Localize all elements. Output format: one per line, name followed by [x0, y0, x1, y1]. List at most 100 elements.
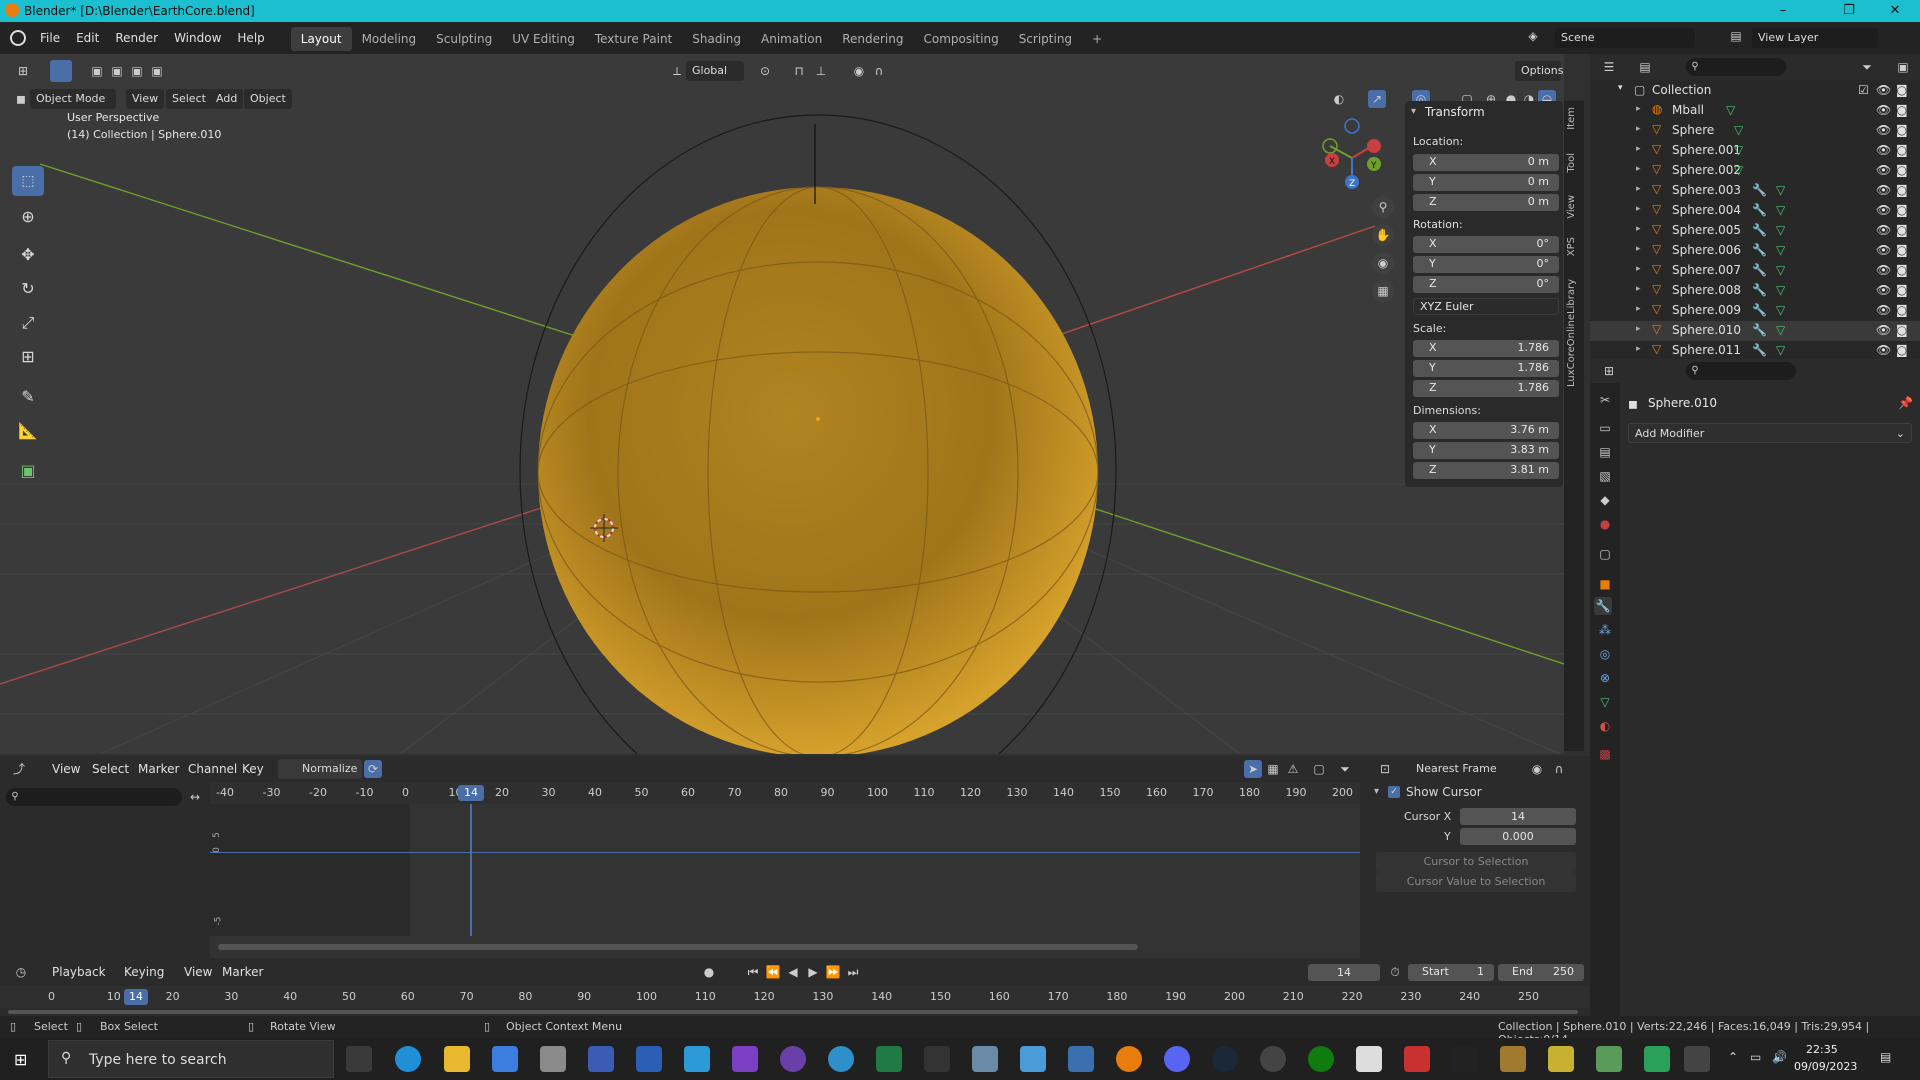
timeline-playhead[interactable]: 14: [124, 989, 148, 1005]
discord-icon[interactable]: [1164, 1046, 1190, 1072]
timeline-menu-marker[interactable]: Marker: [214, 956, 271, 988]
mesh-data-icon[interactable]: ▽: [1734, 123, 1743, 137]
snap-icon[interactable]: ⊓: [790, 62, 808, 80]
camera-icon[interactable]: ◙: [1896, 103, 1908, 117]
outliner-item[interactable]: ▸ ▽ Sphere.008 🔧 ▽ 👁 ◙: [1590, 281, 1920, 301]
app-icon-15[interactable]: [1644, 1046, 1670, 1072]
expand-icon[interactable]: ▸: [1636, 264, 1641, 274]
expand-icon[interactable]: ▸: [1636, 144, 1641, 154]
modifier-icon[interactable]: 🔧: [1752, 223, 1767, 237]
graph-menu-marker[interactable]: Marker: [130, 753, 187, 785]
rotate-tool-icon[interactable]: ↻: [12, 274, 44, 304]
transform-orientation-dropdown[interactable]: Global: [686, 61, 744, 81]
menu-edit[interactable]: Edit: [68, 22, 107, 54]
tab-modeling[interactable]: Modeling: [352, 27, 427, 51]
rotation-x-field[interactable]: X 0°: [1413, 236, 1559, 253]
eye-icon[interactable]: 👁: [1876, 163, 1891, 177]
cursor-x-field[interactable]: 14: [1460, 808, 1576, 825]
tool-props-icon[interactable]: ✂: [1596, 391, 1614, 409]
scale-x-field[interactable]: X 1.786: [1413, 340, 1559, 357]
cursor-value-to-selection-button[interactable]: Cursor Value to Selection: [1376, 872, 1576, 892]
excel-icon[interactable]: [876, 1046, 902, 1072]
tab-tool[interactable]: Tool: [1566, 153, 1577, 172]
graph-menu-key[interactable]: Key: [234, 753, 272, 785]
select-tool-icon[interactable]: [50, 60, 72, 82]
scale-tool-icon[interactable]: ⤢: [12, 308, 44, 338]
outliner-item[interactable]: ▸ ▽ Sphere.006 🔧 ▽ 👁 ◙: [1590, 241, 1920, 261]
app-icon-16[interactable]: [1684, 1046, 1710, 1072]
graph-menu-view[interactable]: View: [44, 753, 88, 785]
graph-current-frame[interactable]: 14: [458, 785, 484, 801]
cursor-tool-icon[interactable]: ⊕: [12, 202, 44, 232]
select-box-tool-icon[interactable]: ⬚: [12, 166, 44, 196]
outliner-item[interactable]: ▸ ▽ Sphere.002 ▽ 👁 ◙: [1590, 161, 1920, 181]
tray-chevron-icon[interactable]: ⌃: [1728, 1050, 1738, 1064]
expand-icon[interactable]: ▸: [1636, 184, 1641, 194]
perspective-toggle-icon[interactable]: ▦: [1372, 280, 1394, 302]
eye-icon[interactable]: 👁: [1876, 123, 1891, 137]
physics-props-icon[interactable]: ◎: [1596, 645, 1614, 663]
viewport-menu-select[interactable]: Select: [166, 89, 212, 109]
tab-scripting[interactable]: Scripting: [1009, 27, 1082, 51]
taskbar-search-input[interactable]: ⚲ Type here to search: [48, 1040, 334, 1078]
timeline-menu-keying[interactable]: Keying: [116, 956, 172, 988]
app-icon-9[interactable]: [1356, 1046, 1382, 1072]
steam-icon[interactable]: [1212, 1046, 1238, 1072]
tab-compositing[interactable]: Compositing: [913, 27, 1008, 51]
jump-keyframe-back-icon[interactable]: ⏪: [764, 963, 782, 981]
auto-normalize-icon[interactable]: ⟳: [364, 760, 382, 778]
outliner-item[interactable]: ▸ ▽ Sphere.010 🔧 ▽ 👁 ◙: [1590, 321, 1920, 341]
tab-texture-paint[interactable]: Texture Paint: [585, 27, 682, 51]
move-tool-icon[interactable]: ✥: [12, 240, 44, 270]
outliner-item[interactable]: ▸ ▽ Sphere.003 🔧 ▽ 👁 ◙: [1590, 181, 1920, 201]
end-frame-field[interactable]: End 250: [1498, 964, 1584, 981]
jump-end-icon[interactable]: ⏭: [844, 963, 862, 981]
properties-editor-icon[interactable]: ⊞: [1600, 362, 1618, 380]
cursor-to-selection-button[interactable]: Cursor to Selection: [1376, 852, 1576, 872]
hide-icon[interactable]: ▢: [1310, 760, 1328, 778]
app-icon-8[interactable]: [1260, 1046, 1286, 1072]
app-icon-6[interactable]: [1020, 1046, 1046, 1072]
outliner-search-input[interactable]: ⚲: [1686, 58, 1786, 76]
material-props-icon[interactable]: ◐: [1596, 717, 1614, 735]
tab-item[interactable]: Item: [1566, 107, 1577, 130]
store-icon[interactable]: [492, 1046, 518, 1072]
editor-type-icon[interactable]: ⊞: [14, 62, 32, 80]
tab-animation[interactable]: Animation: [751, 27, 832, 51]
only-selected-icon[interactable]: ▦: [1264, 760, 1282, 778]
scene-selector[interactable]: Scene: [1555, 28, 1695, 48]
constraint-props-icon[interactable]: ⊗: [1596, 669, 1614, 687]
outliner-item[interactable]: ▸ ▽ Sphere.004 🔧 ▽ 👁 ◙: [1590, 201, 1920, 221]
channel-search-input[interactable]: ⚲: [6, 788, 182, 806]
collection-checkbox[interactable]: ☑: [1858, 83, 1869, 97]
app-icon-14[interactable]: [1596, 1046, 1622, 1072]
mesh-data-icon[interactable]: ▽: [1776, 203, 1785, 217]
graph-area[interactable]: -40 -30 -20 -10 0 10 20 30 40 50 60 70 80 90 100 110 120…: [210, 782, 1360, 958]
mesh-data-icon[interactable]: ▽: [1776, 303, 1785, 317]
expand-icon[interactable]: ▸: [1636, 224, 1641, 234]
modifier-icon[interactable]: 🔧: [1752, 303, 1767, 317]
terminal-icon[interactable]: [924, 1046, 950, 1072]
blender-taskbar-icon[interactable]: [1116, 1046, 1142, 1072]
app-icon-3[interactable]: [636, 1046, 662, 1072]
texture-props-icon[interactable]: ▩: [1596, 745, 1614, 763]
eye-icon[interactable]: 👁: [1876, 283, 1891, 297]
edge-icon[interactable]: [395, 1046, 421, 1072]
transform-tool-icon[interactable]: ⊞: [12, 342, 44, 372]
mesh-data-icon[interactable]: ▽: [1776, 243, 1785, 257]
pin-icon[interactable]: 📌: [1898, 396, 1913, 410]
mesh-data-icon[interactable]: ▽: [1776, 323, 1785, 337]
windows-start-icon[interactable]: ⊞: [14, 1050, 27, 1069]
warning-filter-icon[interactable]: ⚠: [1284, 760, 1302, 778]
modifier-icon[interactable]: 🔧: [1752, 283, 1767, 297]
camera-icon[interactable]: ◙: [1896, 243, 1908, 257]
particle-props-icon[interactable]: ⁂: [1596, 621, 1614, 639]
play-reverse-icon[interactable]: ◀: [784, 963, 802, 981]
select-subtract-icon[interactable]: ▣: [128, 62, 146, 80]
timeline-menu-playback[interactable]: Playback: [44, 956, 114, 988]
app-icon-13[interactable]: [1548, 1046, 1574, 1072]
outliner-item[interactable]: ▸ ▽ Sphere.007 🔧 ▽ 👁 ◙: [1590, 261, 1920, 281]
graph-frame-ruler[interactable]: -40 -30 -20 -10 0 10 20 30 40 50 60 70 80 90 100 110 120…: [210, 782, 1360, 804]
tab-layout[interactable]: Layout: [290, 27, 352, 51]
world-props-icon[interactable]: ●: [1596, 515, 1614, 533]
